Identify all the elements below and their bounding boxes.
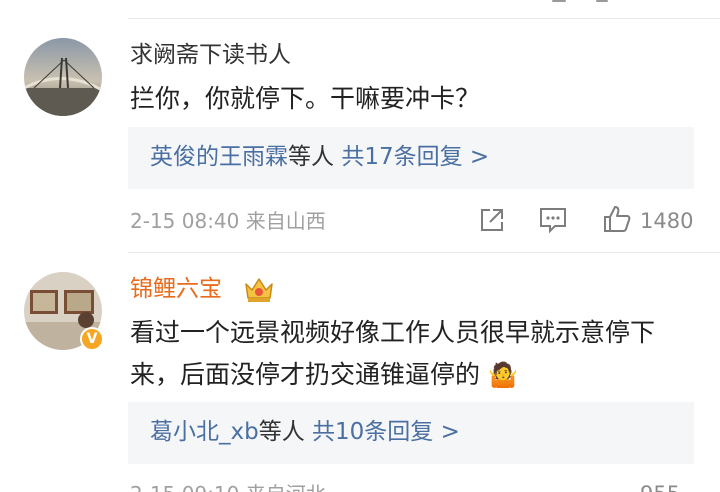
timestamp: 2-15 09:10 [130, 482, 239, 492]
crown-vip-icon [242, 274, 276, 308]
like-count: 1480 [640, 209, 694, 233]
reply-user-link[interactable]: 英俊的王雨霖 [150, 144, 288, 170]
share-icon[interactable] [478, 206, 506, 238]
replies-middle-text: 等人 [288, 144, 334, 170]
replies-middle-text: 等人 [258, 419, 305, 445]
bridge-photo-icon [24, 38, 102, 116]
like-count: 955 [640, 480, 680, 492]
timestamp: 2-15 08:40 [130, 209, 240, 233]
comment-icon[interactable] [538, 206, 568, 238]
replies-summary[interactable]: 葛小北_xb等人 共10条回复 > [150, 416, 460, 448]
replies-summary[interactable]: 英俊的王雨霖等人 共17条回复 > [150, 141, 489, 173]
comment-meta-partial: 2-15 09:10 来自河北 955 [0, 480, 720, 492]
reply-user-link[interactable]: 葛小北_xb [150, 419, 259, 445]
replies-preview[interactable]: 英俊的王雨霖等人 共17条回复 > [128, 127, 694, 189]
top-cut-icons [540, 0, 620, 4]
shrug-emoji: 🤷 [487, 361, 518, 389]
comment-divider [128, 252, 720, 253]
top-divider [128, 18, 720, 19]
comment-text: 看过一个远景视频好像工作人员很早就示意停下来，后面没停才扔交通锥逼停的 🤷 [130, 312, 702, 396]
avatar[interactable] [24, 38, 102, 116]
source: 来自河北 [246, 482, 326, 492]
comment-text: 拦你，你就停下。干嘛要冲卡？ [130, 84, 481, 113]
replies-count-link[interactable]: 共10条回复 > [312, 419, 460, 445]
source: 来自山西 [245, 209, 326, 233]
like-icon[interactable] [602, 204, 632, 238]
replies-count-link[interactable]: 共17条回复 > [341, 144, 489, 170]
comment-text-body: 看过一个远景视频好像工作人员很早就示意停下来，后面没停才扔交通锥逼停的 [130, 318, 656, 389]
comment-meta: 2-15 08:40 来自山西 [130, 207, 326, 235]
verified-badge: V [80, 327, 104, 351]
replies-preview[interactable]: 葛小北_xb等人 共10条回复 > [128, 402, 694, 464]
username[interactable]: 求阙斋下读书人 [130, 40, 291, 70]
username[interactable]: 锦鲤六宝 [130, 274, 222, 304]
